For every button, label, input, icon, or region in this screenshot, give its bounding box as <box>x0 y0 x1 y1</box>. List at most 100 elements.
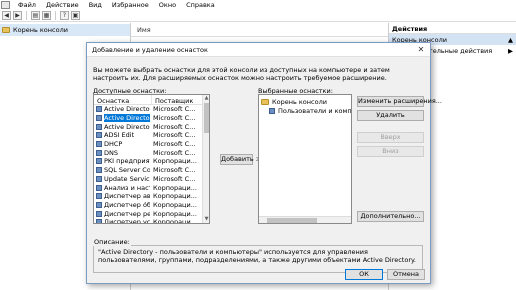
snapin-icon <box>96 115 102 122</box>
snapin-name-cell: Диспетчер автор... <box>94 192 150 200</box>
dialog-body: Вы можете выбрать оснастки для этой конс… <box>87 58 442 283</box>
ok-button[interactable]: ОК <box>345 269 383 280</box>
snapin-name: Анализ и настро... <box>104 183 150 192</box>
snapin-name-cell: DNS <box>94 149 150 157</box>
snapin-icon <box>96 184 102 191</box>
snapin-name-cell: ADSI Edit <box>94 131 150 139</box>
users-computers-icon <box>269 107 275 114</box>
tree-item-console-root[interactable]: Корень консоли <box>0 24 130 36</box>
chevron-right-icon: ▶ <box>508 47 513 55</box>
snapin-icon <box>96 210 102 217</box>
dialog-titlebar[interactable]: Добавление и удаление оснасток ✕ <box>87 43 430 57</box>
snapin-name: Диспетчер ресур... <box>104 209 150 218</box>
selected-snapins-tree[interactable]: Корень консоли Пользователи и компьютеры <box>258 94 352 224</box>
available-snapin-row[interactable]: DNS Microsoft C... <box>94 148 209 157</box>
forward-icon[interactable]: ▶ <box>13 11 22 20</box>
snapin-name: SQL Server Config... <box>104 166 150 175</box>
menu-view[interactable]: Вид <box>84 1 107 9</box>
available-snapin-row[interactable]: DHCP Microsoft C... <box>94 140 209 149</box>
selected-item-users-computers[interactable]: Пользователи и компьютеры <box>259 106 351 115</box>
menu-favorites[interactable]: Избранное <box>107 1 154 9</box>
selected-item-console-root[interactable]: Корень консоли <box>259 97 351 106</box>
available-snapin-row[interactable]: Диспетчер óбщих...Корпораци... <box>94 201 209 210</box>
snapin-name: Диспетчер устро... <box>104 218 150 224</box>
add-remove-snapins-dialog: Добавление и удаление оснасток ✕ Вы може… <box>86 42 442 284</box>
snapin-vendor: Корпораци... <box>153 192 197 201</box>
snapin-name-cell: Update Services <box>94 175 150 183</box>
scroll-thumb[interactable] <box>267 218 317 223</box>
snapin-name-cell: Анализ и настро... <box>94 184 150 192</box>
available-snapin-row[interactable]: PKI предприятияКорпораци... <box>94 157 209 166</box>
collapse-icon[interactable]: ▲ <box>508 36 513 44</box>
available-snapin-row[interactable]: Active Directory - ...Microsoft C... <box>94 122 209 131</box>
folder-icon <box>2 27 10 33</box>
available-snapins-list[interactable]: Оснастка Поставщик Active Directory - ..… <box>93 94 210 224</box>
column-header-vendor[interactable]: Поставщик <box>152 95 204 104</box>
cancel-button[interactable]: Отмена <box>387 269 425 280</box>
snapin-vendor: Корпораци... <box>153 200 197 209</box>
snapin-vendor: Microsoft C... <box>153 105 196 114</box>
snapin-vendor: Корпораци... <box>153 183 197 192</box>
menu-window[interactable]: Окно <box>154 1 181 9</box>
scroll-thumb[interactable] <box>204 103 209 133</box>
menu-action[interactable]: Действие <box>41 1 84 9</box>
snapin-name-cell: Active Directory - ... <box>94 123 150 131</box>
scroll-up-icon[interactable]: ▲ <box>203 95 209 102</box>
remove-button[interactable]: Удалить <box>357 110 424 121</box>
selected-item-label: Пользователи и компьютеры <box>278 106 352 115</box>
snapin-icon <box>96 175 102 182</box>
back-icon[interactable]: ◀ <box>2 11 11 20</box>
snapin-name-cell: Диспетчер óбщих... <box>94 201 150 209</box>
menu-help[interactable]: Справка <box>181 1 220 9</box>
snapin-name: DNS <box>104 148 118 157</box>
action-pane-icon[interactable]: ▣ <box>71 11 80 20</box>
available-snapin-row[interactable]: Диспетчер ресур...Корпораци... <box>94 209 209 218</box>
add-button[interactable]: Добавить > <box>220 154 261 165</box>
available-snapin-row[interactable]: Active Directory - ...Microsoft C... <box>94 114 209 123</box>
mmc-app-icon[interactable] <box>1 1 10 9</box>
column-header-name[interactable]: Имя <box>131 23 388 37</box>
available-snapin-row[interactable]: Анализ и настро...Корпораци... <box>94 183 209 192</box>
scroll-down-icon[interactable]: ▼ <box>203 216 209 223</box>
snapin-vendor: Корпораци... <box>153 218 197 224</box>
description-label: Описание: <box>93 238 131 246</box>
dialog-intro: Вы можете выбрать оснастки для этой конс… <box>93 66 390 82</box>
tree-item-label: Корень консоли <box>13 26 68 34</box>
snapin-name-cell: Диспетчер ресур... <box>94 210 150 218</box>
available-snapin-row[interactable]: Диспетчер автор...Корпораци... <box>94 192 209 201</box>
menu-file[interactable]: Файл <box>13 1 41 9</box>
properties-icon[interactable]: ▦ <box>42 11 51 20</box>
available-snapin-row[interactable]: SQL Server Config...Microsoft C... <box>94 166 209 175</box>
snapin-name-cell: Active Directory - ... <box>94 105 150 113</box>
snapin-icon <box>96 167 102 174</box>
snapin-vendor: Microsoft C... <box>153 131 196 140</box>
advanced-button[interactable]: Дополнительно... <box>357 211 424 222</box>
snapin-name: Update Services <box>104 174 150 183</box>
horizontal-scrollbar[interactable] <box>259 216 351 223</box>
show-hide-tree-icon[interactable]: ▤ <box>31 11 40 20</box>
snapin-name-cell: Active Directory - ... <box>94 114 150 123</box>
snapin-vendor: Microsoft C... <box>153 140 196 149</box>
selected-item-label: Корень консоли <box>272 97 327 106</box>
snapin-icon <box>96 193 102 200</box>
move-down-button[interactable]: Вниз <box>357 146 424 157</box>
snapin-icon <box>96 106 102 113</box>
available-snapin-row[interactable]: Active Directory - ...Microsoft C... <box>94 105 209 114</box>
snapin-icon <box>96 201 102 208</box>
edit-extensions-button[interactable]: Изменить расширения... <box>357 96 442 107</box>
available-snapin-row[interactable]: ADSI Edit Microsoft C... <box>94 131 209 140</box>
snapin-icon <box>96 158 102 165</box>
available-snapin-row[interactable]: Update ServicesMicrosoft C... <box>94 175 209 184</box>
help-icon[interactable]: ? <box>60 11 69 20</box>
available-snapin-row[interactable]: Диспетчер устро...Корпораци... <box>94 218 209 224</box>
snapin-name: Active Directory - ... <box>104 105 150 114</box>
toolbar-separator <box>26 11 27 20</box>
snapin-name: PKI предприятия <box>104 157 150 166</box>
column-header-snapin[interactable]: Оснастка <box>94 95 152 104</box>
vertical-scrollbar[interactable]: ▲ ▼ <box>202 95 209 223</box>
snapin-name-cell: DHCP <box>94 140 150 148</box>
snapin-name-cell: SQL Server Config... <box>94 166 150 174</box>
move-up-button[interactable]: Вверх <box>357 132 424 143</box>
close-icon[interactable]: ✕ <box>415 45 427 55</box>
snapin-vendor: Корпораци... <box>153 209 197 218</box>
